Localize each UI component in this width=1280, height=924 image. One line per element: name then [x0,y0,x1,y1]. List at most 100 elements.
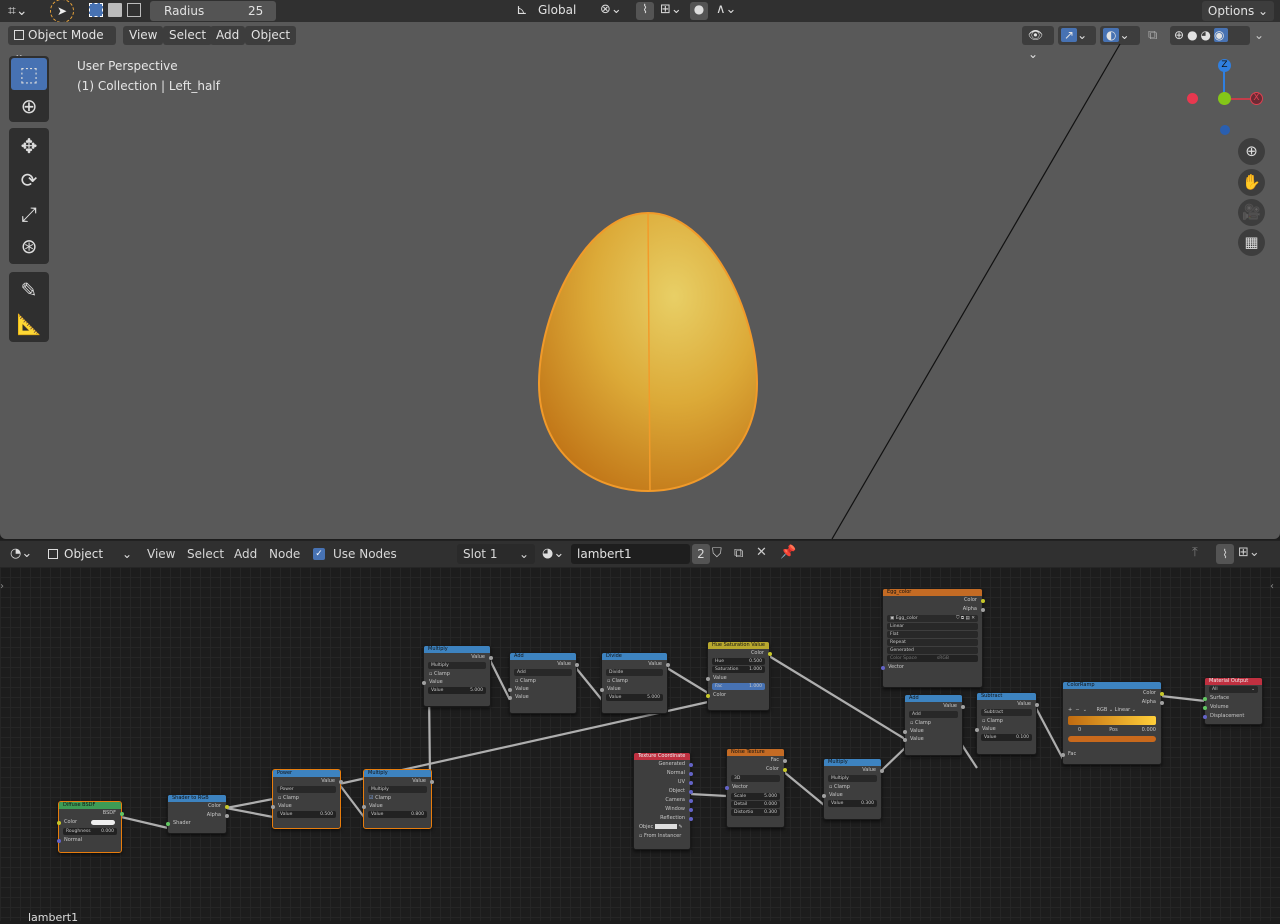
falloff-icon[interactable]: ∧⌄ [716,2,736,17]
interpolation-dropdown[interactable]: Linear [887,623,978,630]
user-count-button[interactable]: 2 [692,544,710,564]
node-canvas[interactable]: Diffuse BSDF BSDF Color Roughness 0.000 N… [0,567,1280,921]
shader-type-dropdown[interactable]: Object ⌄ [44,544,134,564]
sidebar-toggle-right-icon[interactable]: ‹ [1270,581,1274,592]
snap-icon[interactable]: ⌇ [636,2,654,20]
clamp-checkbox[interactable]: ▫ Clamp [824,783,881,791]
operation-dropdown[interactable]: Multiply [368,786,427,793]
object-picker[interactable]: Objec ✎ [634,823,690,832]
target-dropdown[interactable]: All ⌄ [1209,686,1258,693]
gizmo-z-icon[interactable]: Z [1218,59,1231,72]
projection-dropdown[interactable]: Flat [887,631,978,638]
ramp-stop-row[interactable]: 0 Pos 0.000 [1063,726,1161,735]
use-nodes-checkbox[interactable]: ✓ [313,548,325,560]
gizmo-y-icon[interactable] [1218,92,1231,105]
3d-viewport[interactable]: Object Mode ⌄ View Select Add Object 👁⌄ … [0,22,1280,539]
pan-hand-icon[interactable]: ✋ [1238,169,1265,196]
ramp-controls[interactable]: + − ⌄ RGB ⌄ Linear ⌄ [1063,706,1161,715]
ramp-interp-dropdown[interactable]: Linear [1115,707,1131,713]
zoom-icon[interactable]: ⊕ [1238,138,1265,165]
clamp-checkbox[interactable]: ▫ Clamp [273,794,340,802]
ramp-pos-value[interactable]: 0.000 [1142,726,1156,735]
roughness-field[interactable]: Roughness 0.000 [63,828,117,835]
gizmo-neg-x-icon[interactable] [1187,93,1198,104]
ramp-stop-index[interactable]: 0 [1078,727,1081,733]
sidebar-toggle-left-icon[interactable]: › [0,581,4,592]
pin-icon[interactable]: 📌 [780,545,796,560]
exponent-field[interactable]: Value 0.500 [277,811,336,818]
factor-field[interactable]: Value 0.800 [368,811,427,818]
node-menu-view[interactable]: View [147,547,175,561]
source-dropdown[interactable]: Generated [887,647,978,654]
editor-type-icon[interactable]: ⌗⌄ [8,2,38,20]
operation-dropdown[interactable]: Add [909,711,958,718]
unlink-material-icon[interactable]: ✕ [756,545,767,560]
hue-field[interactable]: Hue 0.500 [712,658,765,665]
node-power[interactable]: Power Value Power ▫ Clamp Value Value 0.5… [270,769,343,829]
clamp-checkbox[interactable]: ▫ Clamp [977,717,1036,725]
clamp-checkbox[interactable]: ▫ Clamp [424,670,490,678]
saturation-field[interactable]: Saturation 1.000 [712,666,765,673]
egg-object[interactable] [537,211,759,493]
divisor-field[interactable]: Value 5.000 [606,694,663,701]
select-tool-icon[interactable]: ➤ [50,0,74,23]
camera-view-icon[interactable]: 🎥 [1238,199,1265,226]
from-instancer-checkbox[interactable]: ▫ From Instancer [634,832,690,841]
extension-dropdown[interactable]: Repeat [887,639,978,646]
operation-dropdown[interactable]: Multiply [828,775,877,782]
ramp-stop-color[interactable] [1068,736,1156,742]
node-menu-node[interactable]: Node [269,547,300,561]
operation-dropdown[interactable]: Multiply [428,662,486,669]
clamp-checkbox[interactable]: ☑ Clamp [364,794,431,802]
operation-dropdown[interactable]: Power [277,786,336,793]
select-mode-subtract-icon[interactable] [127,3,141,17]
material-browse-icon[interactable]: ◕⌄ [542,546,564,561]
subtrahend-field[interactable]: Value 0.100 [981,734,1032,741]
operation-dropdown[interactable]: Add [514,669,572,676]
gizmo-neg-z-icon[interactable] [1220,125,1230,135]
node-material-output[interactable]: Material Output All ⌄ Surface Volume Disp… [1202,677,1263,725]
operation-dropdown[interactable]: Divide [606,669,663,676]
fake-user-icon[interactable]: ⛉ [712,546,722,561]
options-dropdown[interactable]: Options ⌄ [1202,1,1274,21]
clamp-checkbox[interactable]: ▫ Clamp [602,677,667,685]
node-snap-target-icon[interactable]: ⊞⌄ [1238,545,1260,560]
node-hue-saturation-value[interactable]: Hue Saturation Value Color Hue 0.500 Satu… [705,641,772,711]
factor-field[interactable]: Value 5.000 [428,687,486,694]
distortion-field[interactable]: Distortio 0.300 [731,809,780,816]
image-selector[interactable]: ▣ Egg_color ⛉ ⧉ ▤ ✕ [887,615,978,622]
node-snap-icon[interactable]: ⌇ [1216,544,1234,564]
clamp-checkbox[interactable]: ▫ Clamp [510,677,576,685]
dimension-dropdown[interactable]: 3D [731,775,780,782]
node-image-texture-egg-color[interactable]: Egg_color Color Alpha ▣ Egg_color ⛉ ⧉ ▤ ✕… [880,588,985,688]
node-add-1[interactable]: Add Value Add ▫ Clamp Value Value [507,652,579,714]
perspective-grid-icon[interactable]: ▦ [1238,229,1265,256]
node-color-ramp[interactable]: ColorRamp Color Alpha + − ⌄ RGB ⌄ Linear… [1060,681,1164,765]
node-add-2[interactable]: Add Value Add ▫ Clamp Value Value [902,694,965,756]
socket-color[interactable]: Color [56,818,121,827]
node-noise-texture[interactable]: Noise Texture Fac Color 3D Vector Scale 5… [724,748,787,828]
snap-target-icon[interactable]: ⊞⌄ [660,2,682,17]
radius-field[interactable]: Radius 25 [150,1,276,21]
clamp-checkbox[interactable]: ▫ Clamp [905,719,962,727]
duplicate-material-icon[interactable]: ⧉ [734,546,743,561]
editor-type-node-icon[interactable]: ◔⌄ [10,546,32,561]
operation-dropdown[interactable]: Subtract [981,709,1032,716]
factor-field[interactable]: Value 0.300 [828,800,877,807]
ramp-mode-dropdown[interactable]: RGB [1097,707,1108,713]
pivot-point-icon[interactable]: ⊗⌄ [600,2,622,17]
node-menu-add[interactable]: Add [234,547,257,561]
select-mode-extend-icon[interactable] [108,3,122,17]
node-multiply-3[interactable]: Multiply Value Multiply ▫ Clamp Value Va… [821,758,884,820]
node-multiply-2[interactable]: Multiply Value Multiply ▫ Clamp Value Va… [421,645,493,707]
fac-field[interactable]: Fac 1.000 [712,683,765,690]
node-multiply-1[interactable]: Multiply Value Multiply ☑ Clamp Value Va… [361,769,434,829]
color-ramp-gradient[interactable] [1068,716,1156,725]
select-mode-new-icon[interactable] [89,3,103,17]
node-subtract[interactable]: Subtract Value Subtract ▫ Clamp Value Va… [974,692,1039,755]
node-diffuse-bsdf[interactable]: Diffuse BSDF BSDF Color Roughness 0.000 N… [56,801,124,853]
detail-field[interactable]: Detail 0.000 [731,801,780,808]
node-divide[interactable]: Divide Value Divide ▫ Clamp Value Value 5… [599,652,670,714]
node-menu-select[interactable]: Select [187,547,224,561]
parent-node-tree-icon[interactable]: ⤒ [1192,545,1198,560]
